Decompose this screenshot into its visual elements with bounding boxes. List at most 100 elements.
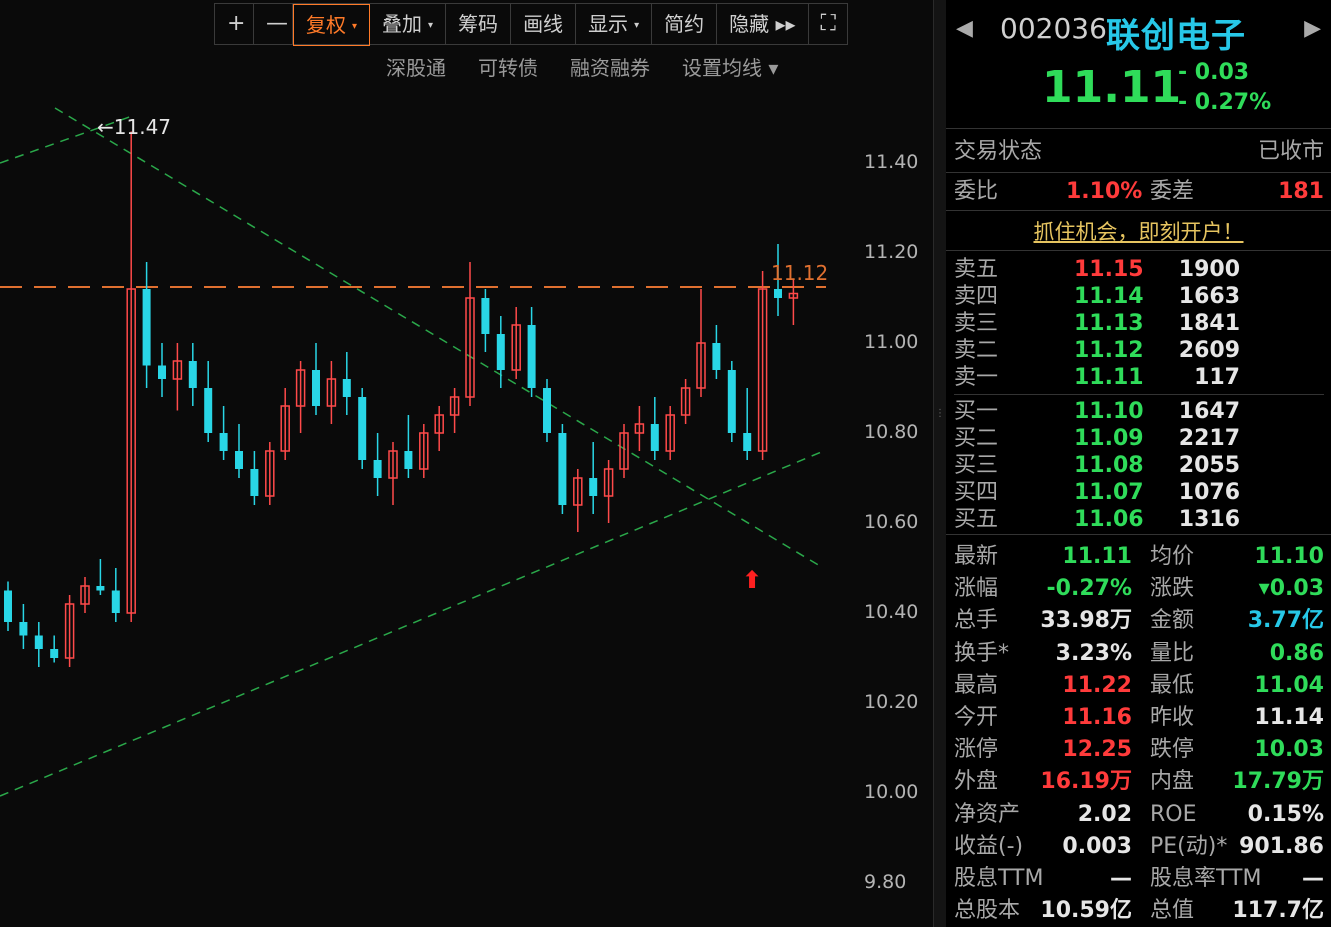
stat-value: -0.27% xyxy=(1046,576,1132,602)
level-label: 卖二 xyxy=(954,338,999,363)
bid-row: 买三 11.08 2055 xyxy=(954,452,1324,480)
price-change: - 0.03 xyxy=(1178,60,1250,85)
stat-row: 最高 11.22 最低 11.04 xyxy=(954,672,1324,700)
stat-label: PE(动)* xyxy=(1150,833,1228,859)
price-axis: 11.40 11.20 11.00 10.80 10.60 10.40 10.20 10.00… xyxy=(862,0,932,927)
stat-value: 11.16 xyxy=(1062,705,1132,730)
stat-value: 10.03 xyxy=(1254,737,1324,763)
stat-value: 901.86 xyxy=(1239,833,1324,859)
y-tick-label: 11.40 xyxy=(864,151,919,173)
trade-status-label: 交易状态 xyxy=(954,139,1043,164)
ask-row: 卖四 11.14 1663 xyxy=(954,283,1324,311)
candle-body xyxy=(589,478,598,496)
candle-body xyxy=(650,424,659,451)
trade-status-value: 已收市 xyxy=(1257,139,1324,164)
high-marker: ←11.47 xyxy=(97,115,171,139)
candle-body xyxy=(342,379,351,397)
stat-label: 换手* xyxy=(954,640,1010,666)
stock-name: 联创电子 xyxy=(1106,16,1246,56)
candle-body xyxy=(481,298,490,334)
candle-body xyxy=(250,469,259,496)
stat-value: 11.10 xyxy=(1254,544,1324,569)
stat-value: — xyxy=(1302,866,1324,891)
stat-label: 最低 xyxy=(1150,672,1195,698)
level-volume: 1900 xyxy=(1178,257,1240,282)
candle-body xyxy=(142,289,151,366)
panel-divider[interactable] xyxy=(933,0,947,927)
candle-body xyxy=(19,622,28,636)
stat-label: 金额 xyxy=(1150,608,1195,634)
candle-body xyxy=(743,433,752,451)
stat-row: 涨停 12.25 跌停 10.03 xyxy=(954,736,1324,764)
kline-svg[interactable]: ←11.47 11.12 ⬆ xyxy=(0,0,860,927)
y-tick-label: 9.80 xyxy=(864,871,907,893)
y-tick-label: 10.60 xyxy=(864,511,919,533)
stat-label: 涨跌 xyxy=(1150,576,1195,602)
candles-group xyxy=(4,131,799,667)
candle-body xyxy=(50,649,59,658)
stat-value: 3.77亿 xyxy=(1247,608,1324,634)
open-account-link[interactable]: 抓住机会，即刻开户！ xyxy=(946,216,1331,246)
candle-body xyxy=(188,361,197,388)
level-price: 11.07 xyxy=(1074,480,1144,505)
stat-label: 总手 xyxy=(954,608,999,634)
stat-value: 33.98万 xyxy=(1040,608,1132,634)
stat-value: 11.22 xyxy=(1062,672,1132,698)
level-volume: 1841 xyxy=(1178,311,1240,336)
weicha-value: 181 xyxy=(1278,179,1324,204)
stat-label: 股息TTM xyxy=(954,866,1044,891)
ask-row: 卖三 11.13 1841 xyxy=(954,310,1324,338)
stat-row: 股息TTM — 股息率TTM — xyxy=(954,865,1324,893)
candle-body xyxy=(96,586,105,591)
stat-label: 最高 xyxy=(954,672,999,698)
level-price: 11.10 xyxy=(1074,399,1144,424)
stat-row: 最新 11.11 均价 11.10 xyxy=(954,543,1324,571)
candle-body xyxy=(312,370,320,406)
stat-label: ROE xyxy=(1150,801,1197,827)
bid-row: 买五 11.06 1316 xyxy=(954,506,1324,534)
stat-row: 收益(-) 0.003 PE(动)* 901.86 xyxy=(954,833,1324,861)
stat-label: 量比 xyxy=(1150,640,1195,666)
stat-value: 0.15% xyxy=(1247,801,1324,827)
level-volume: 1647 xyxy=(1178,399,1240,424)
stat-label: 内盘 xyxy=(1150,769,1195,795)
trend-lines xyxy=(0,107,827,797)
level-price: 11.13 xyxy=(1074,311,1144,336)
candle-body xyxy=(219,433,228,451)
level-price: 11.14 xyxy=(1074,284,1144,309)
candle-body xyxy=(235,451,243,469)
level-label: 卖四 xyxy=(954,284,999,309)
stat-value: 10.59亿 xyxy=(1040,898,1132,924)
candle-body xyxy=(727,370,736,433)
stat-value: ▾0.03 xyxy=(1258,576,1324,602)
weibi-value: 1.10% xyxy=(1066,179,1143,204)
candle-body xyxy=(558,433,567,505)
stat-value: 11.04 xyxy=(1254,672,1324,698)
level-price: 11.08 xyxy=(1074,453,1144,478)
next-stock-icon[interactable]: ▶ xyxy=(1304,16,1321,41)
stat-row: 外盘 16.19万 内盘 17.79万 xyxy=(954,768,1324,796)
stat-label: 跌停 xyxy=(1150,737,1195,763)
level-label: 卖五 xyxy=(954,257,999,282)
bid-row: 买一 11.10 1647 xyxy=(954,398,1324,426)
y-tick-label: 11.20 xyxy=(864,241,919,263)
up-arrow-icon: ⬆ xyxy=(742,566,762,594)
ask-row: 卖二 11.12 2609 xyxy=(954,337,1324,365)
candle-body xyxy=(712,343,721,370)
stat-label: 涨停 xyxy=(954,737,999,763)
level-price: 11.09 xyxy=(1074,426,1144,451)
level-label: 买三 xyxy=(954,453,999,478)
level-label: 买一 xyxy=(954,399,999,424)
bid-row: 买二 11.09 2217 xyxy=(954,425,1324,453)
kline-chart-area[interactable]: + — 复权 ▾ 叠加 ▾ 筹码 画线 显示 ▾ 简约 隐藏 ▸▸ ⛶ 深股通 可转债… xyxy=(0,0,935,927)
stat-label: 总股本 xyxy=(954,898,1021,924)
stat-value: 117.7亿 xyxy=(1232,898,1324,924)
stat-label: 昨收 xyxy=(1150,705,1195,730)
prev-stock-icon[interactable]: ◀ xyxy=(956,16,973,41)
candle-body xyxy=(34,635,43,649)
descending-trend-line xyxy=(54,107,821,567)
last-price-label: 11.12 xyxy=(771,261,828,285)
bid-row: 买四 11.07 1076 xyxy=(954,479,1324,507)
stat-value: 12.25 xyxy=(1062,737,1132,763)
stat-value: 0.003 xyxy=(1062,833,1132,859)
